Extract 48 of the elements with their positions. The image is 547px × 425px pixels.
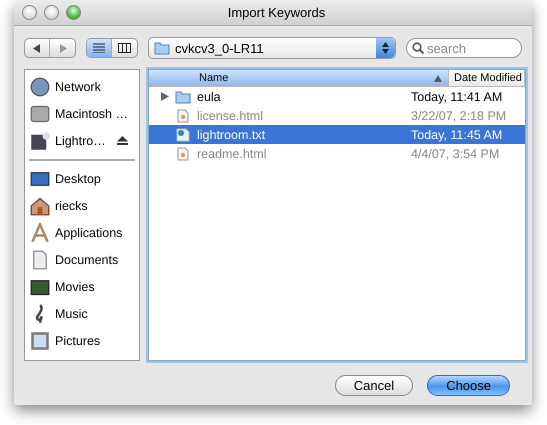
sidebar-item[interactable]: Pictures (25, 327, 139, 354)
document-icon (177, 108, 189, 122)
zoom-button[interactable] (66, 5, 81, 20)
search-icon (412, 42, 424, 54)
document-icon (177, 146, 189, 160)
window-title: Import Keywords (226, 5, 326, 20)
date-modified: Today, 11:41 AM (411, 90, 502, 104)
minimize-button[interactable] (44, 5, 59, 20)
column-header[interactable]: Name (149, 70, 449, 86)
disclosure-triangle-icon[interactable] (161, 92, 169, 101)
columns-icon (118, 43, 131, 53)
search-field[interactable]: search (406, 38, 522, 58)
file-row[interactable]: eula Today, 11:41 AM (149, 87, 525, 106)
house-icon (30, 196, 50, 216)
left-arrow-icon (33, 44, 41, 52)
eject-icon[interactable] (116, 136, 128, 145)
file-name: eula (197, 90, 221, 104)
sidebar-item[interactable]: Lightro… (25, 127, 139, 154)
sort-arrow-icon (434, 74, 442, 82)
file-name: license.html (197, 108, 263, 122)
choose-button[interactable]: Choose (427, 375, 510, 396)
sidebar-item[interactable]: Macintosh … (25, 100, 139, 127)
column-header[interactable]: Date Modified (449, 70, 525, 86)
picture-frame-icon (30, 330, 50, 350)
location-popup[interactable]: cvkcv3_0-LR11 (148, 37, 396, 59)
document-icon (30, 250, 50, 270)
folder-icon (175, 90, 191, 104)
folder-icon (154, 41, 170, 55)
text-file-icon (176, 128, 190, 142)
sidebar-item[interactable]: riecks (25, 192, 139, 219)
date-modified: Today, 11:45 AM (411, 128, 502, 142)
sidebar-item[interactable]: Music (25, 300, 139, 327)
right-arrow-icon (58, 44, 66, 52)
close-button[interactable] (22, 5, 37, 20)
date-modified: 3/22/07, 2:18 PM (411, 108, 506, 122)
list-view-button[interactable] (87, 39, 112, 57)
sidebar-item[interactable]: Network (25, 73, 139, 100)
sidebar-item[interactable]: Documents (25, 246, 139, 273)
sidebar-item[interactable]: Applications (25, 219, 139, 246)
sidebar-item[interactable]: Desktop (25, 165, 139, 192)
sidebar-item[interactable]: Movies (25, 273, 139, 300)
up-down-arrows-icon (376, 38, 395, 58)
file-name: lightroom.txt (197, 128, 266, 142)
date-modified: 4/4/07, 3:54 PM (411, 146, 500, 160)
file-name: readme.html (197, 146, 266, 160)
cancel-button[interactable]: Cancel (334, 375, 414, 396)
list-icon (93, 43, 105, 53)
file-row[interactable]: lightroom.txt Today, 11:45 AM (149, 125, 525, 144)
